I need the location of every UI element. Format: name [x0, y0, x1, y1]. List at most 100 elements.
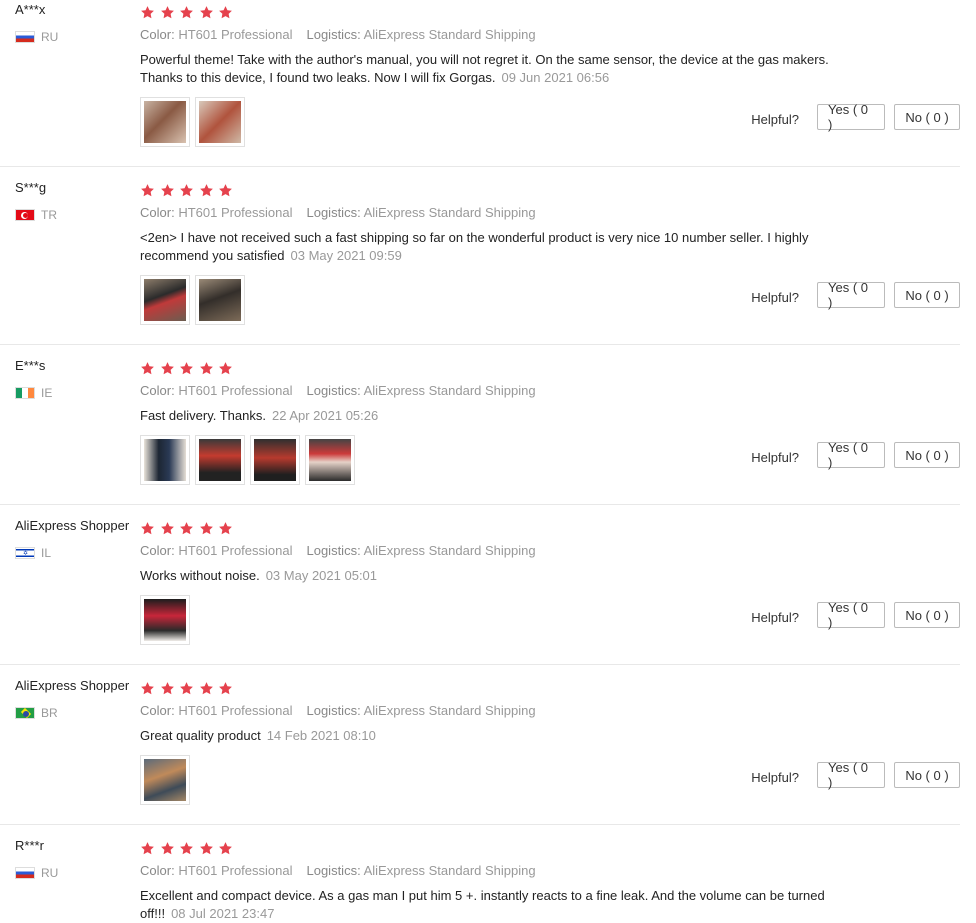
brazil-flag-icon: [15, 707, 35, 719]
review-item: R***r RU Color: HT601 Professional Logist…: [0, 836, 960, 923]
review-images: [140, 97, 250, 147]
star-icon: [179, 681, 194, 696]
review-image-thumbnail[interactable]: [195, 275, 245, 325]
helpful-yes-button[interactable]: Yes ( 0 ): [817, 440, 885, 470]
reviewer-name: AliExpress Shopper: [15, 518, 130, 533]
helpful-yes-button[interactable]: Yes ( 0 ): [817, 600, 885, 630]
helpful-no-button[interactable]: No ( 0 ): [894, 104, 960, 130]
review-item: AliExpress Shopper BR Color: HT601 Profe…: [0, 676, 960, 825]
review-images: [140, 755, 195, 805]
reviewer-country: RU: [15, 866, 58, 880]
star-icon: [179, 183, 194, 198]
reviewer-name: AliExpress Shopper: [15, 678, 130, 693]
star-icon: [179, 841, 194, 856]
star-icon: [140, 361, 155, 376]
review-image-thumbnail[interactable]: [250, 435, 300, 485]
star-rating: [140, 183, 238, 201]
russia-flag-icon: [15, 867, 35, 879]
star-icon: [179, 361, 194, 376]
star-rating: [140, 5, 238, 23]
review-images: [140, 275, 250, 325]
star-icon: [218, 361, 233, 376]
review-image-thumbnail[interactable]: [140, 595, 190, 645]
star-icon: [199, 5, 214, 20]
reviewer-name: R***r: [15, 838, 44, 853]
review-images: [140, 435, 360, 485]
review-text: Works without noise. 03 May 2021 05:01: [140, 568, 378, 583]
star-icon: [218, 521, 233, 536]
reviewer-country: RU: [15, 30, 58, 44]
star-icon: [140, 183, 155, 198]
star-icon: [160, 841, 175, 856]
review-text: Great quality product 14 Feb 2021 08:10: [140, 728, 376, 743]
review-attributes: Color: HT601 Professional Logistics: AliE…: [140, 703, 536, 718]
reviewer-country: TR: [15, 208, 57, 222]
reviewer-country: IE: [15, 386, 52, 400]
star-icon: [160, 183, 175, 198]
review-image-thumbnail[interactable]: [195, 435, 245, 485]
star-icon: [199, 841, 214, 856]
review-image-thumbnail[interactable]: [140, 97, 190, 147]
star-rating: [140, 841, 238, 859]
reviewer-name: A***x: [15, 2, 46, 17]
reviewer-country: BR: [15, 706, 58, 720]
review-item: S***g TR Color: HT601 Professional Logist…: [0, 178, 960, 345]
review-attributes: Color: HT601 Professional Logistics: AliE…: [140, 863, 536, 878]
star-icon: [140, 841, 155, 856]
review-attributes: Color: HT601 Professional Logistics: AliE…: [140, 383, 536, 398]
star-icon: [199, 361, 214, 376]
review-date: 03 May 2021 09:59: [290, 248, 402, 263]
star-icon: [140, 5, 155, 20]
star-rating: [140, 681, 238, 699]
review-image-thumbnail[interactable]: [140, 275, 190, 325]
review-divider: [0, 824, 960, 825]
helpful-yes-button[interactable]: Yes ( 0 ): [817, 102, 885, 132]
review-item: AliExpress Shopper ✡ IL Color: HT601 Pro…: [0, 516, 960, 665]
review-image-thumbnail[interactable]: [140, 755, 190, 805]
turkey-flag-icon: [15, 209, 35, 221]
review-date: 09 Jun 2021 06:56: [501, 70, 610, 85]
reviewer-name: E***s: [15, 358, 46, 373]
review-image-thumbnail[interactable]: [305, 435, 355, 485]
star-icon: [160, 361, 175, 376]
helpful-vote: Helpful? Yes ( 0 ) No ( 0 ): [751, 280, 960, 310]
star-icon: [199, 183, 214, 198]
reviewer-country: ✡ IL: [15, 546, 51, 560]
ireland-flag-icon: [15, 387, 35, 399]
star-icon: [218, 5, 233, 20]
helpful-vote: Helpful? Yes ( 0 ) No ( 0 ): [751, 760, 960, 790]
helpful-no-button[interactable]: No ( 0 ): [894, 602, 960, 628]
review-date: 03 May 2021 05:01: [265, 568, 378, 583]
review-divider: [0, 344, 960, 345]
review-attributes: Color: HT601 Professional Logistics: AliE…: [140, 205, 536, 220]
helpful-no-button[interactable]: No ( 0 ): [894, 442, 960, 468]
review-text: Fast delivery. Thanks. 22 Apr 2021 05:26: [140, 408, 379, 423]
star-icon: [140, 521, 155, 536]
star-icon: [199, 521, 214, 536]
review-attributes: Color: HT601 Professional Logistics: AliE…: [140, 543, 536, 558]
star-icon: [199, 681, 214, 696]
review-divider: [0, 664, 960, 665]
helpful-no-button[interactable]: No ( 0 ): [894, 282, 960, 308]
star-icon: [218, 681, 233, 696]
review-item: E***s IE Color: HT601 Professional Logist…: [0, 356, 960, 505]
review-image-thumbnail[interactable]: [195, 97, 245, 147]
helpful-yes-button[interactable]: Yes ( 0 ): [817, 280, 885, 310]
review-divider: [0, 504, 960, 505]
israel-flag-icon: ✡: [15, 547, 35, 559]
star-icon: [160, 521, 175, 536]
review-image-thumbnail[interactable]: [140, 435, 190, 485]
star-rating: [140, 361, 238, 379]
helpful-no-button[interactable]: No ( 0 ): [894, 762, 960, 788]
review-divider: [0, 166, 960, 167]
helpful-vote: Helpful? Yes ( 0 ) No ( 0 ): [751, 600, 960, 630]
review-date: 08 Jul 2021 23:47: [171, 906, 275, 921]
review-date: 14 Feb 2021 08:10: [266, 728, 376, 743]
review-images: [140, 595, 195, 645]
star-icon: [160, 681, 175, 696]
helpful-vote: Helpful? Yes ( 0 ) No ( 0 ): [751, 102, 960, 132]
russia-flag-icon: [15, 31, 35, 43]
star-icon: [160, 5, 175, 20]
review-attributes: Color: HT601 Professional Logistics: AliE…: [140, 27, 536, 42]
helpful-yes-button[interactable]: Yes ( 0 ): [817, 760, 885, 790]
